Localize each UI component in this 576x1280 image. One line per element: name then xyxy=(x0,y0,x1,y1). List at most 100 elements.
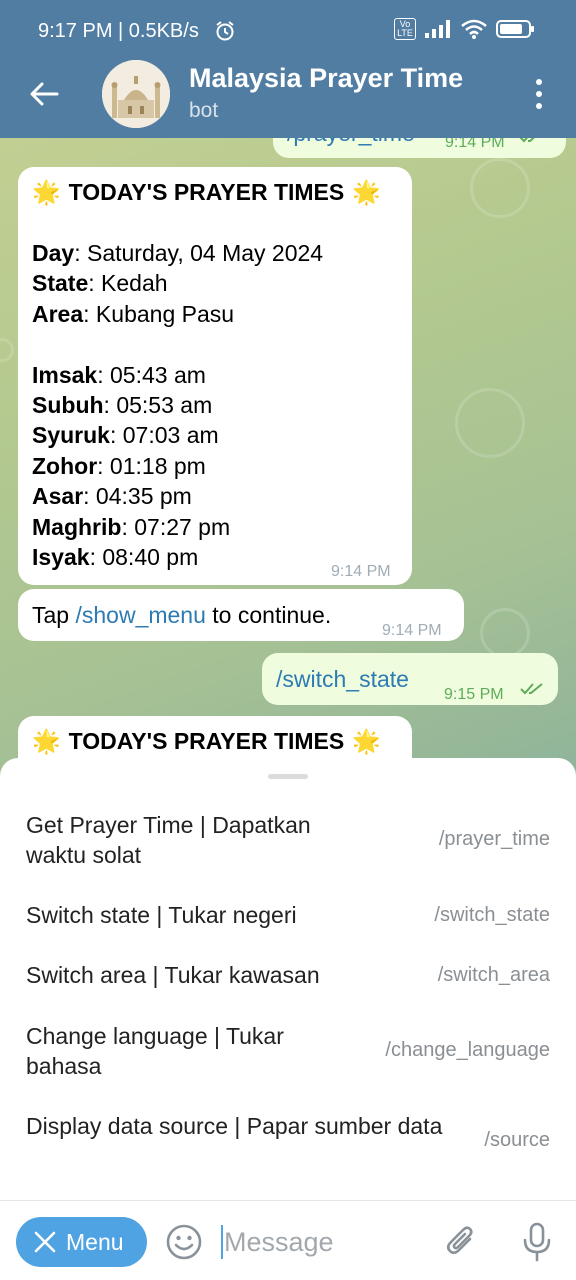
more-vertical-icon-dot xyxy=(536,103,542,109)
star-emoji-icon: 🌟 xyxy=(32,728,61,754)
zohor-value: : 01:18 pm xyxy=(97,452,206,479)
imsak-label: Imsak xyxy=(32,361,98,388)
sheet-handle[interactable] xyxy=(268,774,308,779)
message-time: 9:14 PM xyxy=(445,138,505,151)
zohor-line: Zohor: 01:18 pm xyxy=(32,451,323,481)
day-value: : Saturday, 04 May 2024 xyxy=(74,240,324,266)
asar-value: : 04:35 pm xyxy=(83,483,192,510)
tap-menu-message[interactable]: Tap /show_menu to continue. 9:14 PM xyxy=(18,589,464,641)
star-emoji-icon: 🌟 xyxy=(352,728,381,754)
heading-text: TODAY'S PRAYER TIMES xyxy=(68,728,345,754)
asar-label: Asar xyxy=(32,483,84,510)
imsak-line: Imsak: 05:43 am xyxy=(32,360,323,390)
isyak-label: Isyak xyxy=(32,544,90,571)
signal-icon xyxy=(425,20,450,38)
prayer-details: Day: Saturday, 04 May 2024 State: Kedah … xyxy=(32,238,323,572)
app-header: 9:17 PM | 0.5KB/s Vo LTE Malaysia Prayer… xyxy=(0,0,576,138)
command-name: /prayer_time xyxy=(438,828,550,850)
outgoing-message-partial[interactable]: /prayer_time 9:14 PM xyxy=(273,138,566,158)
double-check-icon xyxy=(520,683,543,695)
syuruk-line: Syuruk: 07:03 am xyxy=(32,420,323,450)
message-input-bar: Menu xyxy=(0,1200,576,1280)
voice-message-button[interactable] xyxy=(520,1221,554,1268)
status-bar: 9:17 PM | 0.5KB/s Vo LTE xyxy=(0,0,576,60)
command-item-switch-area[interactable]: Switch area | Tukar kawasan /switch_area xyxy=(0,960,576,994)
maghrib-value: : 07:27 pm xyxy=(121,513,231,540)
isyak-value: : 08:40 pm xyxy=(89,544,199,571)
wallpaper-doodle xyxy=(0,338,14,362)
attach-button[interactable] xyxy=(442,1223,480,1266)
more-options-button[interactable] xyxy=(526,76,552,112)
status-icons: Vo LTE xyxy=(394,18,536,40)
tap-menu-text: Tap /show_menu to continue. xyxy=(32,600,331,630)
alarm-icon xyxy=(216,21,234,41)
wallpaper-doodle xyxy=(455,388,525,458)
command-item-change-language[interactable]: Change language | Tukar bahasa /change_l… xyxy=(0,1021,576,1085)
back-button[interactable] xyxy=(22,74,66,114)
message-input[interactable] xyxy=(224,1221,424,1263)
area-label: Area xyxy=(32,300,84,327)
asar-line: Asar: 04:35 pm xyxy=(32,481,323,511)
zohor-label: Zohor xyxy=(32,452,98,479)
bot-menu-button[interactable]: Menu xyxy=(16,1217,147,1267)
prayer-card-heading: 🌟 TODAY'S PRAYER TIMES 🌟 xyxy=(32,177,381,207)
command-item-source[interactable]: Display data source | Papar sumber data … xyxy=(0,1111,576,1175)
command-description: Get Prayer Time | Dapatkan waktu solat xyxy=(26,812,311,868)
more-vertical-icon xyxy=(536,79,542,85)
chat-subtitle: bot xyxy=(189,99,219,122)
maghrib-line: Maghrib: 07:27 pm xyxy=(32,512,323,542)
back-arrow-icon xyxy=(30,82,59,106)
area-value: : Kubang Pasu xyxy=(83,300,235,327)
star-emoji-icon: 🌟 xyxy=(352,179,381,205)
emoji-icon xyxy=(166,1224,202,1260)
command-item-switch-state[interactable]: Switch state | Tukar negeri /switch_stat… xyxy=(0,900,576,934)
syuruk-label: Syuruk xyxy=(32,422,110,449)
tap-prefix: Tap xyxy=(32,602,76,628)
syuruk-value: : 07:03 am xyxy=(109,422,219,449)
chat-area[interactable]: /prayer_time 9:14 PM 🌟 TODAY'S PRAYER TI… xyxy=(0,138,576,778)
message-time: 9:14 PM xyxy=(331,563,391,580)
wifi-icon xyxy=(461,19,487,39)
paperclip-icon xyxy=(446,1226,473,1255)
command-description: Switch state | Tukar negeri xyxy=(26,902,297,928)
command-description: Switch area | Tukar kawasan xyxy=(26,962,320,988)
heading-text: TODAY'S PRAYER TIMES xyxy=(68,179,345,205)
area-line: Area: Kubang Pasu xyxy=(32,299,323,329)
command-description: Display data source | Papar sumber data xyxy=(26,1113,443,1139)
command-item-prayer-time[interactable]: Get Prayer Time | Dapatkan waktu solat /… xyxy=(0,810,576,874)
message-command[interactable]: /switch_state xyxy=(276,664,409,694)
close-icon xyxy=(34,1231,56,1253)
message-time: 9:14 PM xyxy=(382,622,442,639)
wallpaper-doodle xyxy=(480,608,530,658)
emoji-button[interactable] xyxy=(165,1223,203,1266)
status-time: 9:17 PM | 0.5KB/s xyxy=(38,20,199,42)
tap-suffix: to continue. xyxy=(205,602,332,628)
menu-button-label: Menu xyxy=(66,1228,124,1255)
subuh-label: Subuh xyxy=(32,392,104,419)
volte-icon: Vo LTE xyxy=(394,18,416,40)
microphone-icon xyxy=(523,1222,551,1262)
bot-command-menu: Get Prayer Time | Dapatkan waktu solat /… xyxy=(0,758,576,1202)
star-emoji-icon: 🌟 xyxy=(32,179,61,205)
imsak-value: : 05:43 am xyxy=(97,361,206,388)
battery-icon xyxy=(496,20,534,38)
command-name: /source xyxy=(484,1129,550,1151)
day-line: Day: Saturday, 04 May 2024 xyxy=(32,238,323,268)
prayer-times-message[interactable]: 🌟 TODAY'S PRAYER TIMES 🌟 Day: Saturday, … xyxy=(18,167,412,585)
subuh-value: : 05:53 am xyxy=(103,392,213,419)
double-check-icon xyxy=(519,138,535,143)
text-caret xyxy=(221,1225,223,1259)
more-vertical-icon-dot xyxy=(536,91,542,97)
mosque-avatar-image xyxy=(102,60,170,128)
outgoing-message[interactable]: /switch_state 9:15 PM xyxy=(262,653,558,705)
message-command[interactable]: /prayer_time xyxy=(287,138,415,148)
day-label: Day xyxy=(32,240,75,266)
chat-title[interactable]: Malaysia Prayer Time xyxy=(189,63,463,94)
subuh-line: Subuh: 05:53 am xyxy=(32,390,323,420)
maghrib-label: Maghrib xyxy=(32,513,122,540)
bot-avatar[interactable] xyxy=(102,60,170,128)
show-menu-link[interactable]: /show_menu xyxy=(75,602,205,628)
command-name: /change_language xyxy=(385,1039,550,1061)
isyak-line: Isyak: 08:40 pm xyxy=(32,542,323,572)
